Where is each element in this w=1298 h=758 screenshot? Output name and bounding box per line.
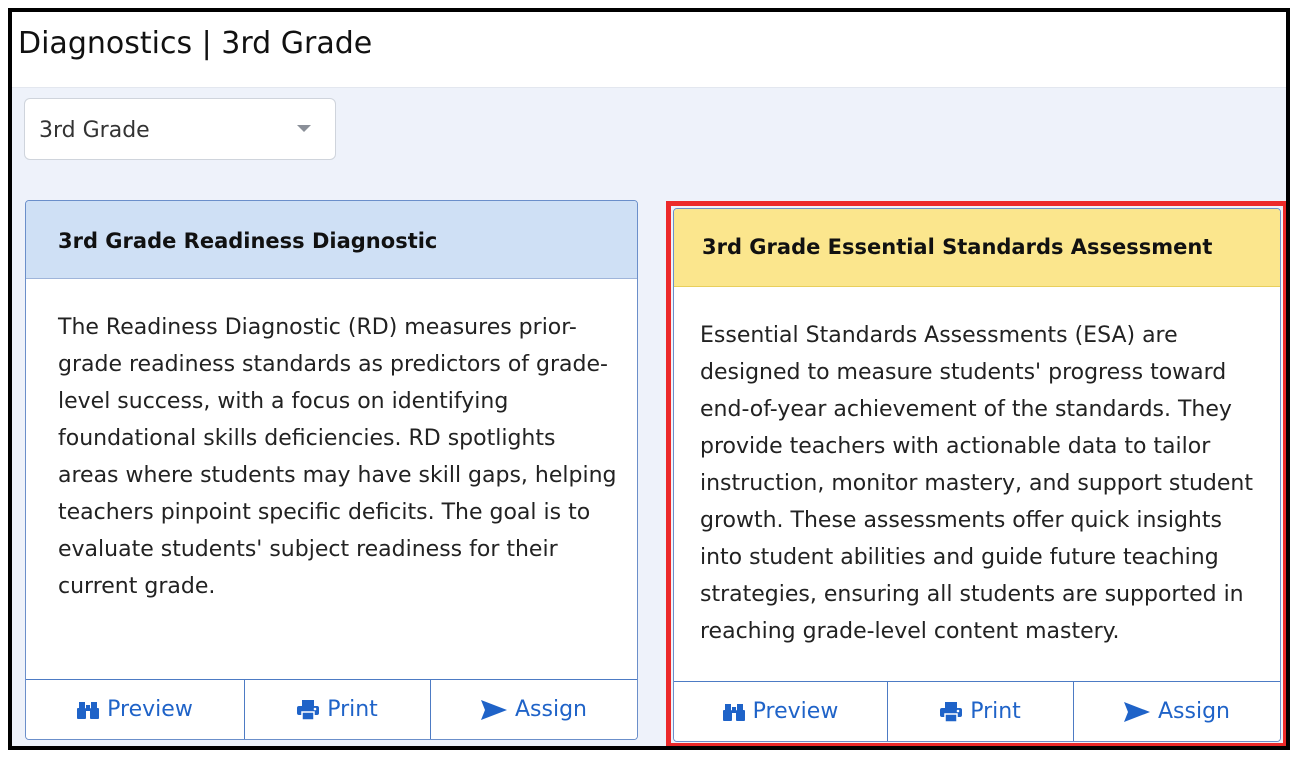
assign-label: Assign bbox=[515, 697, 587, 722]
send-icon bbox=[1124, 701, 1150, 722]
card-title: 3rd Grade Readiness Diagnostic bbox=[58, 229, 438, 253]
preview-button[interactable]: Preview bbox=[674, 682, 888, 741]
readiness-diagnostic-card: 3rd Grade Readiness Diagnostic The Readi… bbox=[25, 200, 638, 740]
preview-button[interactable]: Preview bbox=[26, 680, 245, 739]
binoculars-icon bbox=[722, 703, 745, 721]
essential-standards-card: 3rd Grade Essential Standards Assessment… bbox=[673, 208, 1281, 742]
printer-icon bbox=[297, 699, 320, 720]
card-actions: Preview Print Assign bbox=[674, 681, 1280, 741]
card-header: 3rd Grade Readiness Diagnostic bbox=[26, 201, 637, 279]
card-header: 3rd Grade Essential Standards Assessment bbox=[674, 209, 1280, 287]
title-bar: Diagnostics | 3rd Grade bbox=[12, 12, 1286, 88]
print-button[interactable]: Print bbox=[245, 680, 431, 739]
preview-label: Preview bbox=[752, 699, 839, 724]
grade-select[interactable]: 3rd Grade bbox=[24, 98, 336, 160]
assign-button[interactable]: Assign bbox=[1074, 682, 1280, 741]
printer-icon bbox=[940, 701, 963, 722]
print-label: Print bbox=[970, 699, 1021, 724]
grade-select-value: 3rd Grade bbox=[39, 118, 150, 143]
card-actions: Preview Print Assign bbox=[26, 679, 637, 739]
binoculars-icon bbox=[77, 701, 100, 719]
print-label: Print bbox=[327, 697, 378, 722]
card-description: The Readiness Diagnostic (RD) measures p… bbox=[58, 315, 617, 599]
preview-label: Preview bbox=[107, 697, 193, 722]
page-title: Diagnostics | 3rd Grade bbox=[18, 26, 373, 61]
app-frame: Diagnostics | 3rd Grade 3rd Grade 3rd Gr… bbox=[8, 8, 1290, 750]
assign-label: Assign bbox=[1158, 699, 1230, 724]
card-title: 3rd Grade Essential Standards Assessment bbox=[702, 235, 1213, 259]
assign-button[interactable]: Assign bbox=[431, 680, 637, 739]
print-button[interactable]: Print bbox=[888, 682, 1074, 741]
card-description: Essential Standards Assessments (ESA) ar… bbox=[700, 323, 1253, 644]
chevron-down-icon bbox=[297, 125, 311, 132]
send-icon bbox=[481, 699, 507, 720]
